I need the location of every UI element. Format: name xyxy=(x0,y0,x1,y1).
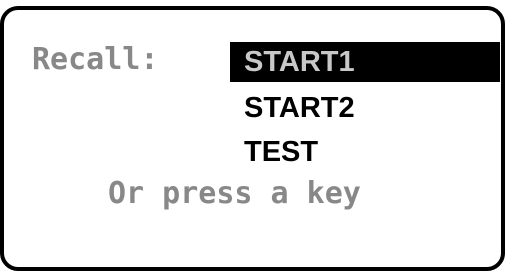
menu-item-start1[interactable]: START1 xyxy=(230,42,500,82)
press-key-hint: Or press a key xyxy=(108,176,361,211)
recall-dialog: Recall: START1 START2 TEST Or press a ke… xyxy=(0,6,505,271)
recall-label: Recall: xyxy=(32,42,159,77)
menu-item-test[interactable]: TEST xyxy=(230,132,318,172)
menu-item-start2[interactable]: START2 xyxy=(230,88,355,128)
